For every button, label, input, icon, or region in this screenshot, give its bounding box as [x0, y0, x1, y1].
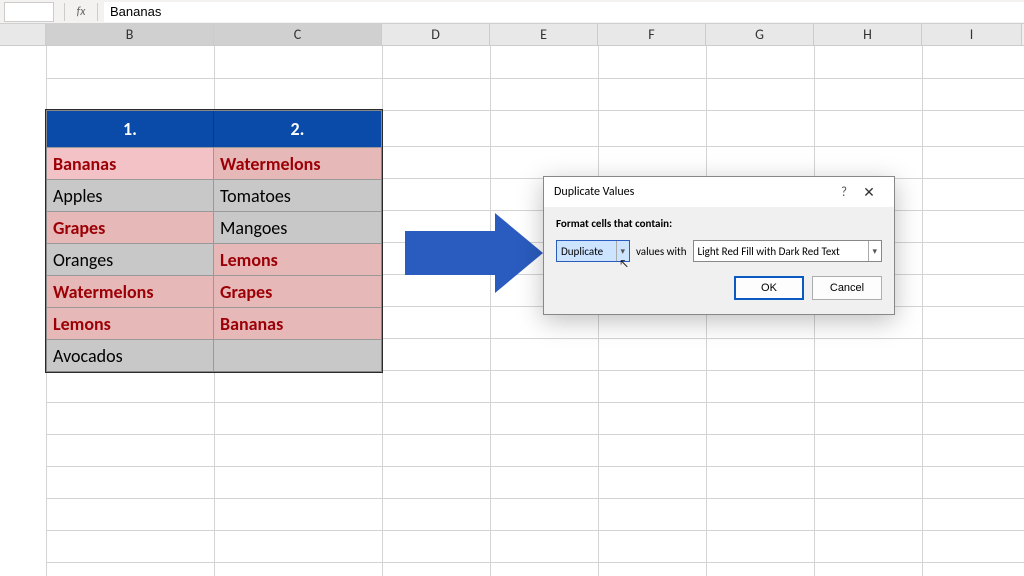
dialog-title: Duplicate Values: [554, 185, 834, 199]
fx-icon[interactable]: fx: [71, 5, 91, 19]
table-row[interactable]: OrangesLemons: [47, 243, 381, 275]
table-header-cell: 2.: [214, 111, 381, 147]
table-cell[interactable]: Watermelons: [47, 276, 214, 307]
table-row[interactable]: LemonsBananas: [47, 307, 381, 339]
table-cell[interactable]: Bananas: [47, 148, 214, 179]
table-cell[interactable]: Watermelons: [214, 148, 381, 179]
table-cell[interactable]: Bananas: [214, 308, 381, 339]
help-icon[interactable]: ?: [834, 185, 854, 200]
name-box[interactable]: [4, 2, 54, 22]
table-header-cell: 1.: [47, 111, 214, 147]
table-cell[interactable]: Tomatoes: [214, 180, 381, 211]
select-value: Duplicate: [561, 245, 603, 258]
formula-input[interactable]: [104, 2, 1024, 22]
table-cell[interactable]: Oranges: [47, 244, 214, 275]
col-header[interactable]: F: [598, 24, 706, 45]
format-style-select[interactable]: Light Red Fill with Dark Red Text ▾: [693, 240, 883, 262]
cancel-button[interactable]: Cancel: [812, 276, 882, 300]
select-value: Light Red Fill with Dark Red Text: [698, 245, 840, 258]
table-row[interactable]: ApplesTomatoes: [47, 179, 381, 211]
formula-bar: fx: [0, 0, 1024, 24]
chevron-down-icon: ▾: [616, 241, 625, 261]
col-header[interactable]: E: [490, 24, 598, 45]
col-header[interactable]: I: [922, 24, 1022, 45]
table-row[interactable]: Avocados: [47, 339, 381, 371]
table-cell[interactable]: Lemons: [47, 308, 214, 339]
arrow-annotation: [405, 231, 495, 275]
dialog-titlebar[interactable]: Duplicate Values ? ✕: [544, 177, 894, 207]
duplicate-values-dialog: Duplicate Values ? ✕ Format cells that c…: [543, 176, 895, 315]
col-header[interactable]: B: [46, 24, 214, 45]
table-cell[interactable]: Mangoes: [214, 212, 381, 243]
col-header[interactable]: C: [214, 24, 382, 45]
select-all-corner[interactable]: [0, 24, 46, 45]
table-cell[interactable]: Apples: [47, 180, 214, 211]
table-cell[interactable]: Avocados: [47, 340, 214, 371]
col-header[interactable]: D: [382, 24, 490, 45]
chevron-down-icon: ▾: [868, 241, 877, 261]
table-cell[interactable]: Lemons: [214, 244, 381, 275]
column-headers: B C D E F G H I: [0, 24, 1024, 46]
ok-button[interactable]: OK: [734, 276, 804, 300]
data-table-selection[interactable]: 1. 2. BananasWatermelonsApplesTomatoesGr…: [46, 110, 382, 372]
col-header[interactable]: H: [814, 24, 922, 45]
table-row[interactable]: WatermelonsGrapes: [47, 275, 381, 307]
table-cell[interactable]: Grapes: [47, 212, 214, 243]
table-cell[interactable]: [214, 340, 381, 371]
cell-grid[interactable]: 1. 2. BananasWatermelonsApplesTomatoesGr…: [0, 46, 1024, 576]
close-icon[interactable]: ✕: [854, 184, 884, 201]
table-row[interactable]: BananasWatermelons: [47, 147, 381, 179]
table-cell[interactable]: Grapes: [214, 276, 381, 307]
divider: [97, 3, 98, 21]
values-with-label: values with: [636, 245, 687, 258]
table-row[interactable]: GrapesMangoes: [47, 211, 381, 243]
divider: [64, 3, 65, 21]
dialog-label: Format cells that contain:: [556, 217, 882, 230]
table-header-row: 1. 2.: [47, 111, 381, 147]
col-header[interactable]: G: [706, 24, 814, 45]
duplicate-type-select[interactable]: Duplicate ▾: [556, 240, 630, 262]
